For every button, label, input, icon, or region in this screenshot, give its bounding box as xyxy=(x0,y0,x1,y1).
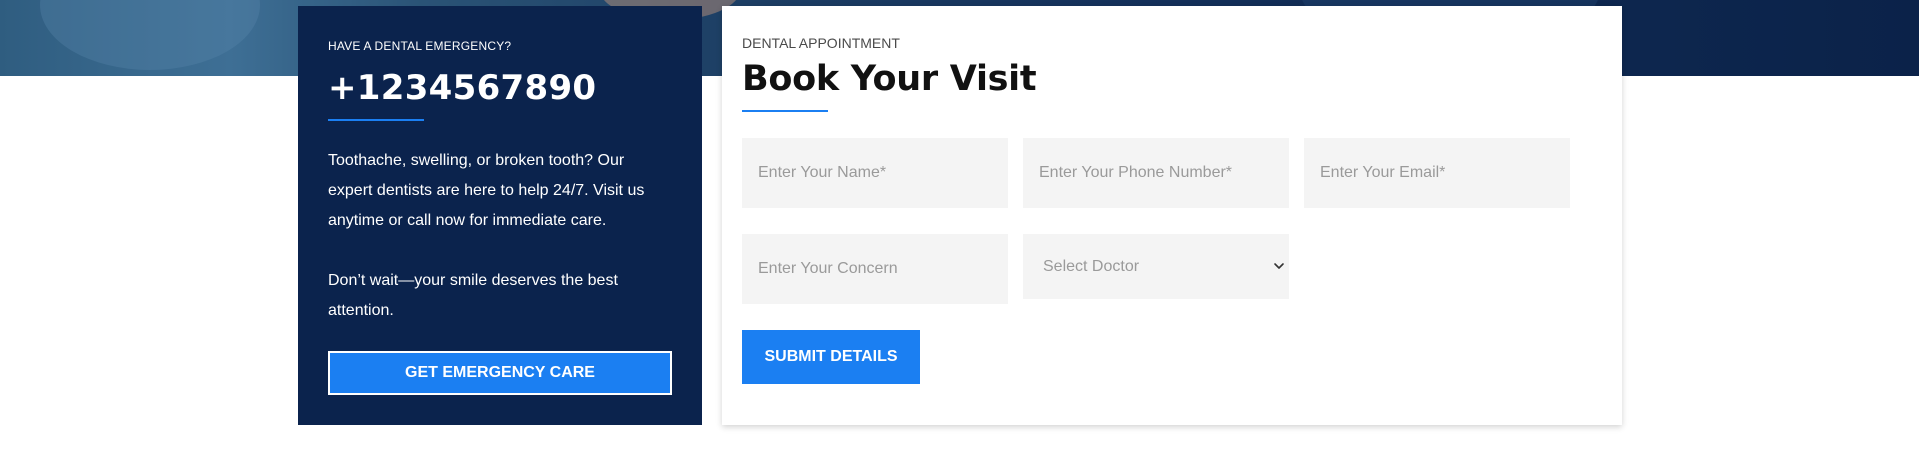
doctor-select[interactable]: Select Doctor xyxy=(1023,234,1289,299)
appointment-title: Book Your Visit xyxy=(742,59,1037,99)
appointment-kicker: DENTAL APPOINTMENT xyxy=(742,35,900,51)
page: HAVE A DENTAL EMERGENCY? +1234567890 Too… xyxy=(0,0,1919,455)
hero-image-shape xyxy=(40,0,260,70)
chevron-down-icon xyxy=(1274,263,1284,269)
emergency-kicker: HAVE A DENTAL EMERGENCY? xyxy=(328,39,512,53)
concern-input[interactable] xyxy=(742,234,1008,304)
email-input[interactable] xyxy=(1304,138,1570,208)
phone-input[interactable] xyxy=(1023,138,1289,208)
emergency-phone-number[interactable]: +1234567890 xyxy=(328,68,672,108)
emergency-note: Don’t wait—your smile deserves the best … xyxy=(328,272,618,319)
emergency-card: HAVE A DENTAL EMERGENCY? +1234567890 Too… xyxy=(298,6,702,425)
name-input[interactable] xyxy=(742,138,1008,208)
title-underline xyxy=(742,110,828,112)
get-emergency-care-button[interactable]: GET EMERGENCY CARE xyxy=(328,351,672,395)
doctor-select-value: Select Doctor xyxy=(1043,258,1140,275)
emergency-description: Toothache, swelling, or broken tooth? Ou… xyxy=(328,152,645,229)
appointment-form-card: DENTAL APPOINTMENT Book Your Visit Selec… xyxy=(722,6,1622,425)
submit-details-button[interactable]: SUBMIT DETAILS xyxy=(742,330,920,384)
title-underline xyxy=(328,119,424,121)
